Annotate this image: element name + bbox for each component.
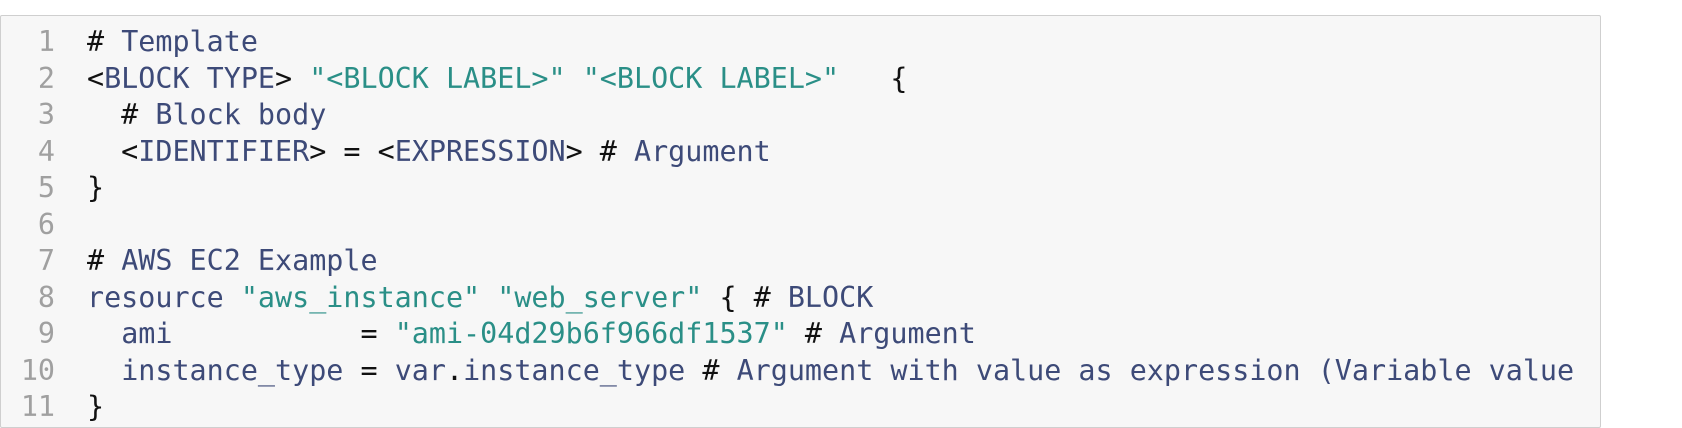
code-token: { [839,61,908,95]
code-line: 11} [1,389,1600,426]
code-token: Argument with value as expression (Varia… [736,353,1575,387]
code-token: > # [565,134,634,168]
code-token: resource [87,280,241,314]
code-token: # [87,98,156,131]
code-token: < [87,134,139,168]
code-token: Template [121,25,258,58]
code-line: 4 <IDENTIFIER> = <EXPRESSION> # Argument [1,134,1600,171]
line-number: 10 [20,353,55,387]
code-token: BLOCK TYPE [104,61,276,95]
line-number: 6 [37,207,55,241]
code-token: Argument [634,134,771,168]
code-token: "web_server" [497,280,703,314]
line-number: 8 [37,280,55,314]
line-number: 11 [20,390,55,423]
code-token: instance_type [121,353,344,387]
code-token: Block body [155,98,327,131]
code-line: 2 <BLOCK TYPE> "<BLOCK LABEL>" "<BLOCK LA… [1,61,1600,98]
code-token: instance_type [463,353,686,387]
line-content: <BLOCK TYPE> "<BLOCK LABEL>" "<BLOCK LAB… [87,61,907,98]
code-token: var [394,353,446,387]
code-token: "<BLOCK LABEL>" [309,61,566,95]
line-content: ami = "ami-04d29b6f966df1537" # Argument [87,316,976,353]
code-token: } [87,171,105,204]
line-content: resource "aws_instance" "web_server" { #… [87,280,873,317]
line-number: 7 [37,244,55,277]
code-token: # [787,317,840,350]
code-token: "ami-04d29b6f966df1537" [394,317,788,350]
line-content: } [87,170,104,207]
code-token: = [172,317,395,350]
code-line: 7 # AWS EC2 Example [1,243,1600,280]
code-line: 1 # Template [1,24,1600,61]
code-token: { # [702,280,788,314]
code-token: EXPRESSION [394,134,566,168]
code-line: 6 [1,207,1600,244]
code-token: AWS EC2 Example [121,244,378,277]
line-number: 5 [37,171,55,204]
code-token: # [87,244,122,277]
line-number: 1 [37,25,55,58]
code-token: # [87,25,122,58]
code-token: "aws_instance" [240,280,481,314]
code-token: > = < [309,134,395,168]
line-content: <IDENTIFIER> = <EXPRESSION> # Argument [87,134,771,171]
line-number: 3 [37,98,55,131]
code-token: } [87,390,105,423]
code-token: < [87,61,105,95]
line-content: # Template [87,24,258,61]
code-block: 1 # Template 2 <BLOCK TYPE> "<BLOCK LABEL>"… [0,15,1601,428]
code-token: BLOCK [787,280,874,314]
line-content: # Block body [87,97,326,134]
line-content: # AWS EC2 Example [87,243,378,280]
line-number: 4 [37,134,55,168]
code-lines: 1 # Template 2 <BLOCK TYPE> "<BLOCK LABEL>"… [1,24,1600,426]
code-token: Argument [839,317,976,350]
code-token: = [343,353,395,387]
code-token: ami [121,317,173,350]
code-token: IDENTIFIER [138,134,310,168]
code-token: # [685,353,737,387]
code-line: 9 ami = "ami-04d29b6f966df1537" # Argume… [1,316,1600,353]
line-content: instance_type = var.instance_type # Argu… [87,353,1574,390]
code-token: > [275,61,310,95]
line-content: } [87,389,104,426]
code-line: 8 resource "aws_instance" "web_server" { … [1,280,1600,317]
line-number: 2 [37,61,55,95]
line-number: 9 [37,317,55,350]
code-token: "<BLOCK LABEL>" [582,61,840,95]
code-line: 5} [1,170,1600,207]
code-line: 3 # Block body [1,97,1600,134]
code-token: . [445,353,464,387]
code-line: 10 instance_type = var.instance_type # A… [1,353,1600,390]
